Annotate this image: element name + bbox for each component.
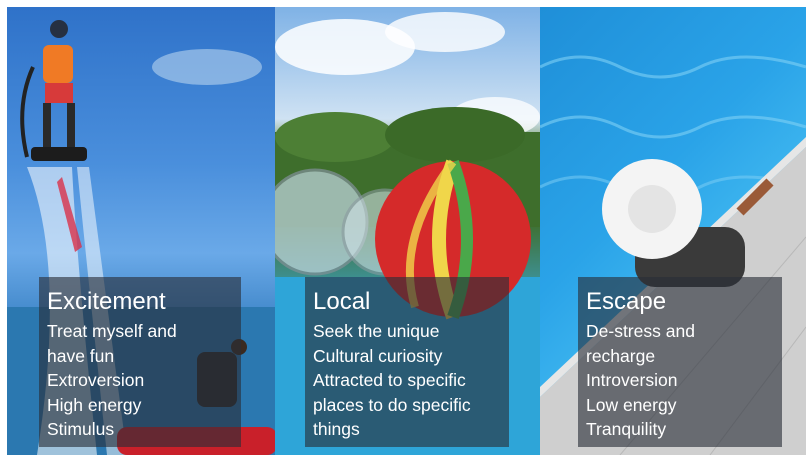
local-panel: Local Seek the unique Cultural curiosity…	[275, 7, 540, 455]
escape-line: Low energy	[586, 394, 677, 415]
local-line: Attracted to specific	[313, 370, 466, 390]
escape-line: Introversion	[586, 370, 678, 390]
excitement-title: Excitement	[47, 288, 166, 315]
local-line: Seek the unique	[313, 321, 440, 341]
excitement-line: have fun	[47, 345, 115, 366]
escape-panel: Escape De-stress and recharge Introversi…	[540, 7, 806, 455]
excitement-line: High energy	[47, 394, 142, 415]
escape-caption: Escape De-stress and recharge Introversi…	[578, 277, 782, 447]
local-line: things	[313, 419, 360, 439]
escape-line: De-stress and	[586, 321, 695, 341]
escape-list: De-stress and recharge Introversion Low …	[586, 319, 772, 442]
escape-line: recharge	[586, 345, 656, 366]
escape-title: Escape	[586, 288, 667, 315]
local-line: places to do specific	[313, 394, 471, 415]
local-line: Cultural curiosity	[313, 345, 443, 366]
excitement-caption: Excitement Treat myself and have fun Ext…	[39, 277, 241, 447]
escape-line: Tranquility	[586, 419, 667, 439]
local-title: Local	[313, 288, 371, 315]
excitement-line: Stimulus	[47, 419, 115, 439]
local-caption: Local Seek the unique Cultural curiosity…	[305, 277, 509, 447]
excitement-line: Treat myself and	[47, 321, 177, 341]
excitement-line: Extroversion	[47, 370, 145, 390]
local-list: Seek the unique Cultural curiosity Attra…	[313, 319, 499, 442]
excitement-panel: Excitement Treat myself and have fun Ext…	[7, 7, 275, 455]
excitement-list: Treat myself and have fun Extroversion H…	[47, 319, 231, 442]
